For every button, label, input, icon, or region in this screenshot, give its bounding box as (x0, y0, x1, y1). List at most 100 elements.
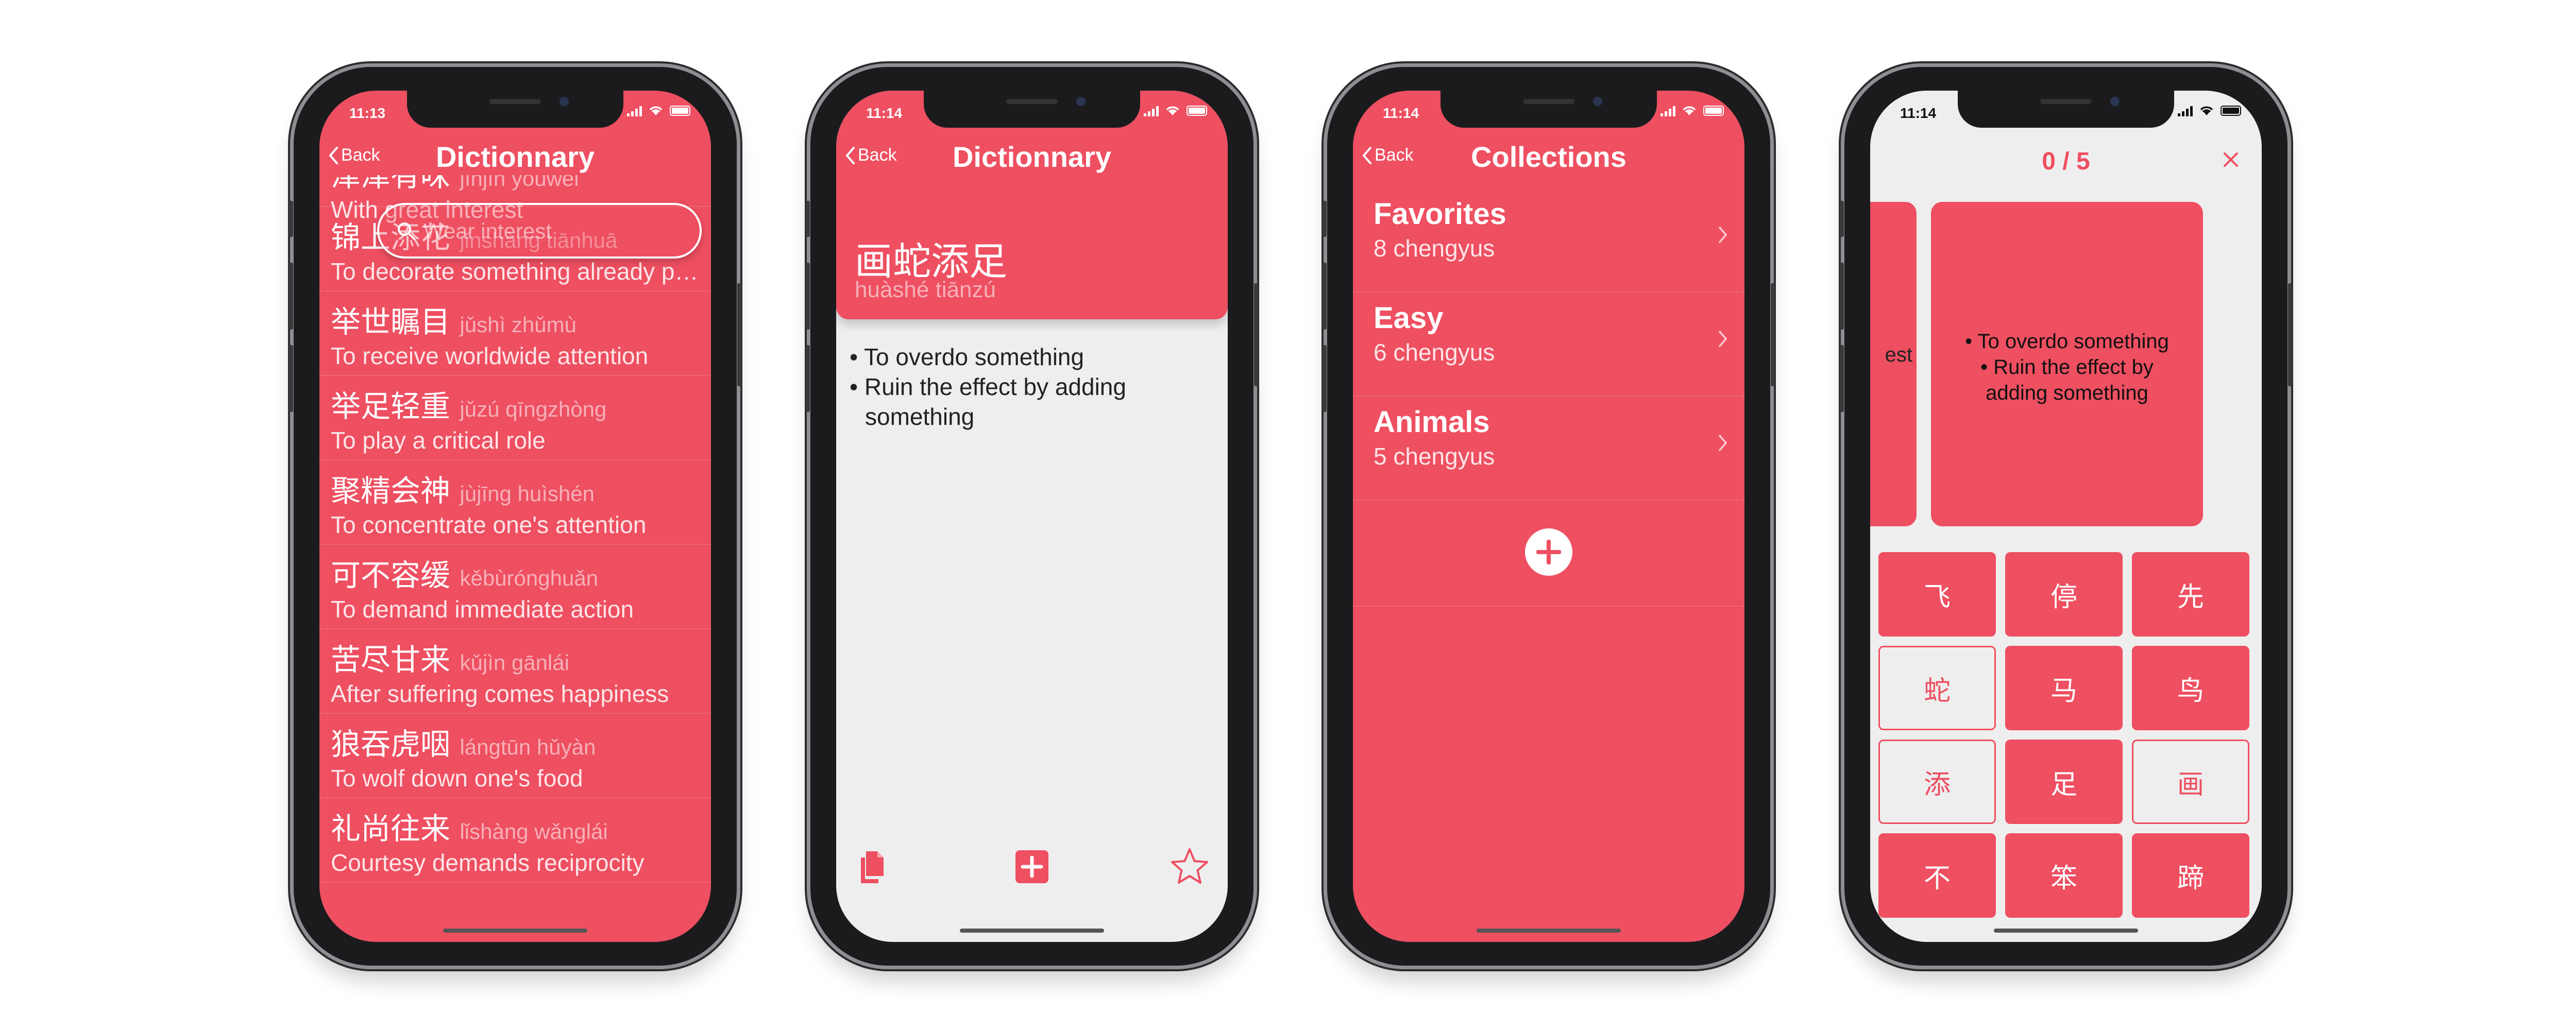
page-title: Dictionnary (435, 141, 595, 173)
navigation-bar: Back Dictionnary (319, 134, 711, 175)
character-tile[interactable]: 马 (2005, 646, 2123, 730)
chevron-right-icon (1719, 227, 1727, 243)
collection-count: 6 chengyus (1374, 339, 1495, 366)
page-title: Dictionnary (952, 141, 1112, 173)
entry-pinyin: kǔjìn gānlái (460, 650, 569, 675)
battery-icon (670, 106, 690, 116)
entry-chinese: 举世瞩目 (331, 304, 451, 339)
entry-pinyin: jùjīng huìshén (460, 482, 595, 506)
collection-row-easy[interactable]: Easy 6 chengyus (1353, 293, 1744, 397)
add-collection-button[interactable] (1525, 528, 1572, 576)
entry-english: Courtesy demands reciprocity (331, 849, 645, 876)
screen-collections: 11:14 Back Collections Favorites 8 cheng… (1353, 91, 1744, 942)
entry-english: To demand immediate action (331, 596, 634, 623)
home-indicator (1994, 929, 2138, 933)
wifi-icon (1683, 106, 1696, 115)
list-item[interactable]: 举世瞩目 jǔshì zhǔmù To receive worldwide at… (319, 291, 711, 376)
definition-item: • To overdo something (850, 344, 1084, 370)
home-indicator (1477, 929, 1621, 933)
entry-english: To decorate something already pretty (331, 258, 701, 285)
screen-dictionary-list: 11:13 津津有味 jīnjīn yǒuwèi With great inte… (319, 91, 711, 942)
collection-row-favorites[interactable]: Favorites 8 chengyus (1353, 188, 1744, 293)
collections-list: Favorites 8 chengyus Easy 6 chengyus Ani… (1353, 188, 1744, 607)
collection-count: 5 chengyus (1374, 443, 1495, 470)
character-tile-grid: 飞 停 先 蛇 马 鸟 添 足 画 不 笨 蹄 (1878, 552, 2253, 918)
list-item[interactable]: 举足轻重 jǔzú qīngzhòng To play a critical r… (319, 376, 711, 460)
signal-icon (1144, 105, 1159, 116)
entry-chinese: 可不容缓 (331, 558, 451, 593)
character-tile[interactable]: 足 (2005, 740, 2123, 824)
previous-card-text: est (1885, 344, 1912, 366)
list-item[interactable]: 可不容缓 kěbùrónghuǎn To demand immediate ac… (319, 545, 711, 629)
signal-icon (2178, 105, 2193, 116)
previous-card[interactable]: est (1870, 202, 1917, 526)
home-indicator (443, 929, 587, 933)
wifi-icon (2200, 106, 2213, 115)
status-bar: 11:13 (319, 105, 711, 126)
entry-chinese: 礼尚往来 (331, 811, 451, 846)
entry-pinyin: lǐshàng wǎnglái (460, 819, 608, 844)
phone-quiz: 11:14 0 / 5 est • To overdo something • … (1840, 67, 2292, 966)
copy-icon[interactable] (855, 846, 896, 887)
entry-toolbar (836, 846, 1228, 892)
home-indicator (960, 929, 1104, 933)
phone-collections: 11:14 Back Collections Favorites 8 cheng… (1323, 67, 1775, 966)
collection-row-animals[interactable]: Animals 5 chengyus (1353, 397, 1744, 501)
character-tile[interactable]: 蹄 (2132, 833, 2249, 918)
wifi-icon (649, 106, 663, 115)
status-time: 11:13 (349, 105, 386, 121)
signal-icon (627, 105, 642, 116)
close-icon[interactable] (2221, 149, 2241, 170)
search-input[interactable] (422, 217, 682, 245)
character-tile[interactable]: 笨 (2005, 833, 2123, 918)
signal-icon (1660, 105, 1675, 116)
dictionary-list[interactable]: 津津有味 jīnjīn yǒuwèi With great interest 锦… (319, 158, 711, 883)
page-title: Collections (1471, 141, 1626, 173)
character-tile[interactable]: 不 (1878, 833, 1996, 918)
screen-entry-detail: 11:14 画蛇添足 huàshé tiānzú Back Dictionnar… (836, 91, 1228, 942)
add-square-icon[interactable] (1011, 846, 1053, 887)
list-item[interactable]: 苦尽甘来 kǔjìn gānlái After suffering comes … (319, 629, 711, 714)
entry-chinese: 狼吞虎咽 (331, 727, 451, 762)
list-item[interactable]: 礼尚往来 lǐshàng wǎnglái Courtesy demands re… (319, 798, 711, 883)
chevron-right-icon (1719, 435, 1727, 451)
search-bar[interactable] (377, 203, 702, 259)
status-time: 11:14 (1900, 105, 1937, 121)
chevron-right-icon (1719, 331, 1727, 347)
battery-icon (1703, 106, 1724, 116)
phone-entry-detail: 11:14 画蛇添足 huàshé tiānzú Back Dictionnar… (806, 67, 1258, 966)
add-collection-row (1353, 501, 1744, 607)
card-line: adding something (1986, 382, 2148, 404)
list-item[interactable]: 聚精会神 jùjīng huìshén To concentrate one's… (319, 460, 711, 545)
collection-name: Favorites (1374, 197, 1506, 231)
star-icon[interactable] (1169, 846, 1210, 887)
navigation-bar: Back Dictionnary (836, 134, 1228, 175)
entry-english: To receive worldwide attention (331, 342, 649, 369)
character-tile[interactable]: 添 (1878, 740, 1996, 824)
search-icon (398, 222, 415, 240)
character-tile[interactable]: 先 (2132, 552, 2249, 637)
entry-english: After suffering comes happiness (331, 680, 669, 707)
entry-pinyin: huàshé tiānzú (855, 277, 996, 302)
entry-english: To wolf down one's food (331, 765, 583, 792)
character-tile[interactable]: 画 (2132, 740, 2249, 824)
navigation-bar: Back Collections (1353, 134, 1744, 175)
quiz-header: 0 / 5 (1870, 134, 2262, 180)
quiz-card[interactable]: • To overdo something • Ruin the effect … (1931, 202, 2203, 526)
list-item[interactable]: 狼吞虎咽 lángtūn hǔyàn To wolf down one's fo… (319, 714, 711, 798)
screen-quiz: 11:14 0 / 5 est • To overdo something • … (1870, 91, 2262, 942)
card-line: • Ruin the effect by (1980, 356, 2154, 379)
character-tile[interactable]: 停 (2005, 552, 2123, 637)
entry-english: To concentrate one's attention (331, 511, 647, 538)
entry-definitions: • To overdo something • Ruin the effect … (850, 342, 1207, 432)
character-tile[interactable]: 蛇 (1878, 646, 1996, 730)
status-bar: 11:14 (1353, 105, 1744, 126)
entry-pinyin: jǔzú qīngzhòng (460, 397, 607, 421)
character-tile[interactable]: 飞 (1878, 552, 1996, 637)
character-tile[interactable]: 鸟 (2132, 646, 2249, 730)
battery-icon (1187, 106, 1207, 116)
entry-chinese: 举足轻重 (331, 389, 451, 424)
entry-chinese: 苦尽甘来 (331, 642, 451, 677)
status-bar: 11:14 (1870, 105, 2262, 126)
entry-pinyin: kěbùrónghuǎn (460, 566, 599, 590)
